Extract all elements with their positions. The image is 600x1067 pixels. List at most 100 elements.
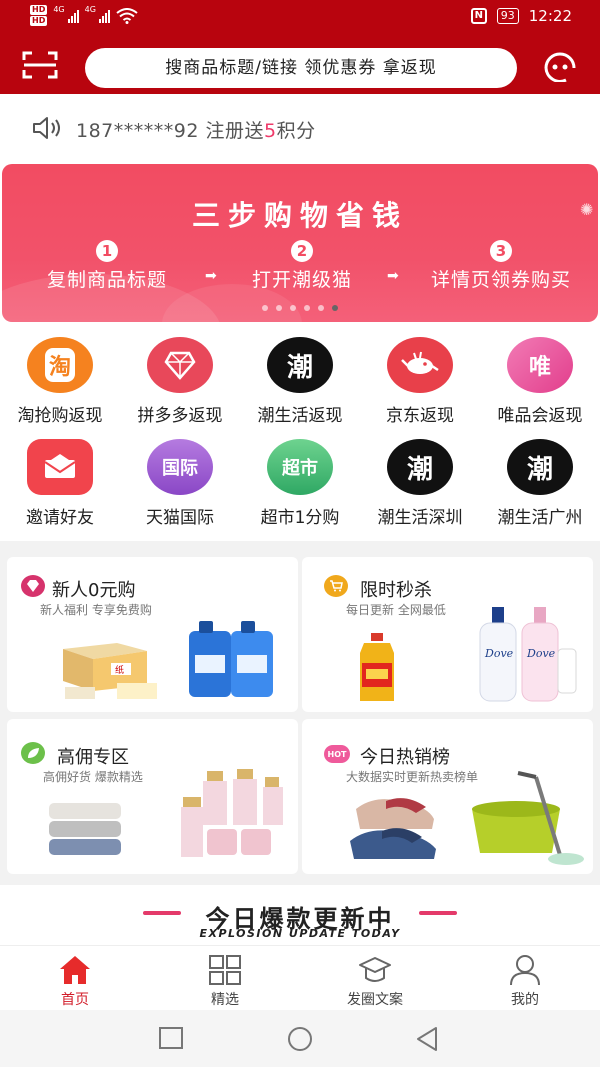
svg-text:Dove: Dove bbox=[526, 647, 556, 660]
category-item-jd[interactable]: 京东返现 bbox=[360, 329, 480, 429]
speaker-icon bbox=[33, 117, 60, 139]
category-item-pinduoduo[interactable]: 拼多多返现 bbox=[120, 329, 240, 429]
hot-subtitle: EXPLOSION UPDATE TODAY bbox=[199, 927, 401, 940]
promo-title: 高佣专区 bbox=[57, 747, 129, 768]
carousel-dot[interactable] bbox=[318, 305, 324, 311]
tab-label: 首页 bbox=[61, 992, 89, 1008]
home-icon bbox=[60, 956, 90, 984]
tab-label: 发圈文案 bbox=[347, 992, 403, 1008]
category-label: 京东返现 bbox=[386, 406, 454, 426]
carousel-dot[interactable] bbox=[290, 305, 296, 311]
clock: 12:22 bbox=[528, 7, 572, 25]
tab-label: 精选 bbox=[211, 992, 239, 1008]
carousel-dot[interactable] bbox=[262, 305, 268, 311]
mop-bucket-image bbox=[472, 771, 584, 865]
promo-cards: 新人0元购 新人福利 专享免费购 纸 限时秒杀 每日更新 全网最低 Dove D… bbox=[0, 543, 600, 883]
category-item-tmall-global[interactable]: 国际 天猫国际 bbox=[120, 431, 240, 531]
signal-icon bbox=[98, 9, 110, 23]
hd-label: HD bbox=[30, 5, 48, 15]
pinduoduo-icon bbox=[147, 337, 213, 393]
step-text: 打开潮级猫 bbox=[251, 269, 352, 291]
promo-card-hot-list[interactable]: HOT 今日热销榜 大数据实时更新热卖榜单 bbox=[302, 719, 593, 874]
notice-unit: 积分 bbox=[276, 120, 316, 142]
banner-steps: 1 复制商品标题 ➡ 2 打开潮级猫 ➡ 3 详情页领券购买 bbox=[2, 240, 598, 292]
hot-section-heading: 今日爆款更新中 EXPLOSION UPDATE TODAY bbox=[0, 885, 600, 945]
vip-icon: 唯 bbox=[507, 337, 573, 393]
customer-service-icon[interactable] bbox=[542, 50, 578, 82]
wifi-icon bbox=[116, 8, 138, 24]
back-icon[interactable] bbox=[414, 1026, 440, 1052]
graduation-cap-icon bbox=[359, 957, 391, 982]
scan-icon[interactable] bbox=[22, 50, 58, 80]
notice-phone: 187******92 注册送 bbox=[76, 120, 264, 142]
diamond-icon bbox=[21, 575, 45, 597]
carousel-dots[interactable] bbox=[2, 305, 598, 311]
home-nav-icon[interactable] bbox=[286, 1026, 314, 1052]
category-item-chaoshenghuo-gz[interactable]: 潮 潮生活广州 bbox=[480, 431, 600, 531]
notice-points: 5 bbox=[263, 120, 277, 142]
recent-apps-icon[interactable] bbox=[158, 1026, 184, 1050]
step-number: 3 bbox=[490, 240, 512, 262]
promo-card-newuser[interactable]: 新人0元购 新人福利 专享免费购 纸 bbox=[7, 557, 298, 712]
category-label: 潮生活广州 bbox=[497, 508, 583, 528]
notice-text: 187******92 注册送5积分 bbox=[76, 116, 316, 143]
category-label: 邀请好友 bbox=[26, 508, 94, 528]
promo-card-high-commission[interactable]: 高佣专区 高佣好货 爆款精选 bbox=[7, 719, 298, 874]
status-bar: HD HD 4G 4G N 93 12:22 bbox=[0, 0, 600, 34]
category-label: 超市1分购 bbox=[260, 508, 340, 528]
oil-bottle-image bbox=[360, 633, 394, 701]
step-number: 2 bbox=[291, 240, 313, 262]
category-item-invite[interactable]: 邀请好友 bbox=[0, 431, 120, 531]
slippers-image bbox=[350, 798, 436, 859]
category-item-supermarket[interactable]: 超市 超市1分购 bbox=[240, 431, 360, 531]
signal-icon bbox=[67, 9, 79, 23]
promo-subtitle: 新人福利 专享免费购 bbox=[40, 603, 152, 617]
svg-text:Dove: Dove bbox=[484, 647, 514, 660]
grid-icon bbox=[209, 955, 241, 985]
tab-featured[interactable]: 精选 bbox=[150, 946, 300, 1011]
promo-subtitle: 高佣好货 爆款精选 bbox=[43, 770, 143, 784]
banner-step: 3 详情页领券购买 bbox=[410, 240, 592, 292]
category-label: 天猫国际 bbox=[146, 508, 214, 528]
step-number: 1 bbox=[96, 240, 118, 262]
hot-icon: HOT bbox=[324, 745, 350, 763]
app-header: 搜商品标题/链接 领优惠券 拿返现 bbox=[0, 34, 600, 94]
hd-indicator: HD HD bbox=[30, 5, 48, 27]
tab-mine[interactable]: 我的 bbox=[450, 946, 600, 1011]
banner-step: 1 复制商品标题 bbox=[32, 240, 182, 292]
category-item-vip[interactable]: 唯 唯品会返现 bbox=[480, 329, 600, 429]
tab-home[interactable]: 首页 bbox=[0, 946, 150, 1011]
arrow-right-icon: ➡ bbox=[205, 268, 217, 284]
promo-subtitle: 大数据实时更新热卖榜单 bbox=[346, 770, 479, 784]
tissue-box-image: 纸 bbox=[63, 643, 157, 699]
cart-icon bbox=[324, 575, 348, 597]
step-text: 复制商品标题 bbox=[46, 269, 167, 291]
promo-card-flash-sale[interactable]: 限时秒杀 每日更新 全网最低 Dove Dove bbox=[302, 557, 593, 712]
carousel-dot-active[interactable] bbox=[332, 305, 338, 311]
category-item-chaoshenghuo[interactable]: 潮 潮生活返现 bbox=[240, 329, 360, 429]
promo-banner[interactable]: ✺ 三步购物省钱 1 复制商品标题 ➡ 2 打开潮级猫 ➡ 3 详情页领券购买 bbox=[2, 164, 598, 322]
category-grid: 淘 淘抢购返现 拼多多返现 潮 潮生活返现 京东返现 唯 唯品会返现 邀请好友 … bbox=[0, 329, 600, 541]
promo-title: 今日热销榜 bbox=[360, 747, 450, 768]
banner-section: ✺ 三步购物省钱 1 复制商品标题 ➡ 2 打开潮级猫 ➡ 3 详情页领券购买 bbox=[0, 164, 600, 329]
jd-icon bbox=[387, 337, 453, 393]
category-label: 拼多多返现 bbox=[137, 406, 223, 426]
leaf-icon bbox=[21, 742, 45, 764]
hd-label: HD bbox=[30, 16, 48, 26]
chaoshenghuo-gz-icon: 潮 bbox=[507, 439, 573, 495]
category-item-chaoshenghuo-sz[interactable]: 潮 潮生活深圳 bbox=[360, 431, 480, 531]
banner-title: 三步购物省钱 bbox=[191, 199, 408, 232]
invite-icon bbox=[27, 439, 93, 495]
carousel-dot[interactable] bbox=[276, 305, 282, 311]
carousel-dot[interactable] bbox=[304, 305, 310, 311]
search-input[interactable]: 搜商品标题/链接 领优惠券 拿返现 bbox=[85, 48, 517, 88]
promo-title: 新人0元购 bbox=[52, 580, 136, 601]
tab-moments-copy[interactable]: 发圈文案 bbox=[300, 946, 450, 1011]
battery-icon: 93 bbox=[496, 8, 519, 24]
category-label: 潮生活深圳 bbox=[377, 508, 463, 528]
detergent-bottle-image bbox=[189, 621, 273, 697]
category-item-taobao[interactable]: 淘 淘抢购返现 bbox=[0, 329, 120, 429]
status-left: HD HD 4G 4G bbox=[30, 5, 138, 27]
chaoshenghuo-icon: 潮 bbox=[267, 337, 333, 393]
chaoshenghuo-sz-icon: 潮 bbox=[387, 439, 453, 495]
